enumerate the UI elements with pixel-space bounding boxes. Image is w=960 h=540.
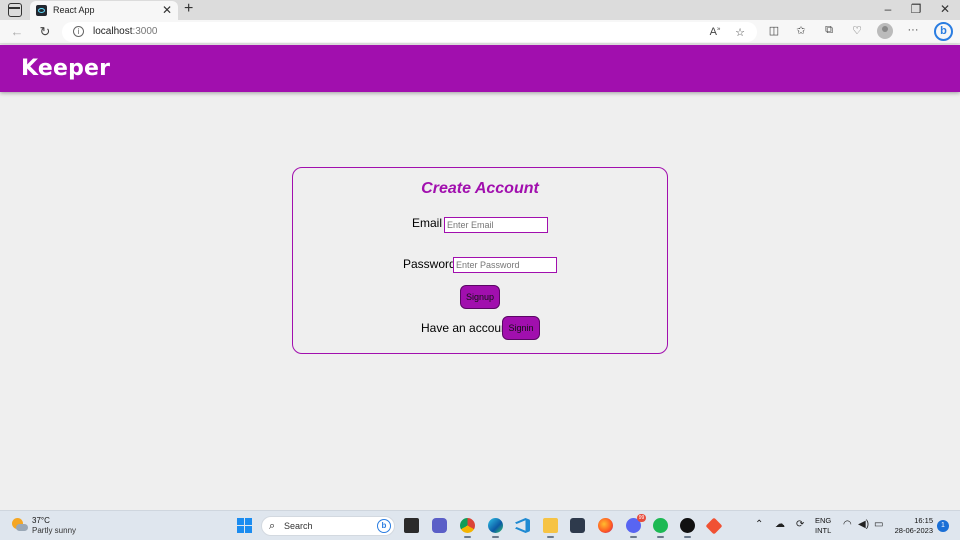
battery-icon[interactable]: ▭ bbox=[874, 519, 883, 530]
profile-icon[interactable] bbox=[877, 23, 893, 39]
app-title: Keeper bbox=[21, 56, 111, 81]
vscode-icon[interactable] bbox=[515, 518, 530, 533]
password-label: Password bbox=[403, 257, 456, 271]
back-arrow-icon[interactable]: ← bbox=[9, 24, 25, 39]
weather-temperature[interactable]: 37°C bbox=[32, 516, 50, 525]
info-icon[interactable]: i bbox=[73, 26, 84, 37]
signup-button[interactable]: Signup bbox=[460, 285, 500, 309]
search-label: Search bbox=[284, 521, 313, 531]
browser-essentials-icon[interactable]: ♡ bbox=[849, 24, 865, 37]
browser-tab-strip: React App ✕ + – ❐ ✕ bbox=[0, 0, 960, 20]
weather-icon[interactable] bbox=[12, 518, 28, 534]
refresh-icon[interactable]: ↻ bbox=[37, 24, 53, 40]
wifi-icon[interactable]: ◠ bbox=[843, 519, 852, 530]
form-heading: Create Account bbox=[421, 180, 539, 197]
tab-title: React App bbox=[53, 5, 95, 15]
restore-icon[interactable]: ❐ bbox=[906, 2, 926, 16]
minimize-icon[interactable]: – bbox=[878, 2, 898, 16]
firefox-icon[interactable] bbox=[598, 518, 613, 533]
edge-icon[interactable] bbox=[488, 518, 503, 538]
spotify-icon[interactable] bbox=[653, 518, 668, 538]
read-aloud-icon[interactable]: A» bbox=[707, 26, 723, 38]
git-icon[interactable] bbox=[705, 517, 723, 535]
collections-icon[interactable]: ⧉ bbox=[821, 24, 837, 37]
signin-button[interactable]: Signin bbox=[502, 316, 540, 340]
clock[interactable]: 16:15 28-06-2023 bbox=[893, 516, 933, 536]
windows-start-icon[interactable] bbox=[237, 518, 252, 533]
favorites-icon[interactable]: ✩ bbox=[793, 24, 809, 37]
taskbar-search[interactable]: ⌕ Search b bbox=[261, 516, 395, 536]
react-favicon-icon bbox=[36, 5, 47, 16]
bing-icon: b bbox=[377, 519, 391, 533]
notification-badge[interactable]: 1 bbox=[937, 520, 949, 532]
language-indicator[interactable]: ENG INTL bbox=[815, 516, 831, 536]
tab-actions-icon[interactable] bbox=[8, 3, 22, 17]
browser-toolbar: ← ↻ i localhost:3000 A» ☆ ◫ ✩ ⧉ ♡ ··· b bbox=[0, 20, 960, 44]
taskbar: 37°C Partly sunny ⌕ Search b 99 ⌃ ☁ ⟳ EN… bbox=[0, 510, 960, 540]
email-label: Email bbox=[412, 216, 443, 230]
more-icon[interactable]: ··· bbox=[905, 24, 921, 36]
address-bar[interactable]: i localhost:3000 A» ☆ bbox=[62, 22, 757, 42]
discord-badge: 99 bbox=[637, 514, 646, 522]
close-icon[interactable]: ✕ bbox=[162, 3, 172, 17]
url-text[interactable]: localhost:3000 bbox=[93, 26, 158, 37]
file-explorer-icon[interactable] bbox=[404, 518, 419, 533]
store-icon[interactable] bbox=[570, 518, 585, 533]
plus-icon[interactable]: + bbox=[184, 0, 193, 18]
password-field[interactable] bbox=[453, 257, 557, 273]
discord-icon[interactable]: 99 bbox=[626, 514, 646, 538]
media-player-icon[interactable] bbox=[680, 518, 695, 538]
chevron-up-icon[interactable]: ⌃ bbox=[755, 519, 763, 530]
sync-icon[interactable]: ⟳ bbox=[796, 519, 804, 530]
create-account-form: Create Account Email Password Signup Hav… bbox=[292, 167, 668, 354]
teams-icon[interactable] bbox=[432, 518, 447, 533]
browser-tab[interactable]: React App ✕ bbox=[30, 1, 178, 20]
close-icon[interactable]: ✕ bbox=[935, 2, 955, 16]
email-field[interactable] bbox=[444, 217, 548, 233]
folder-icon[interactable] bbox=[543, 518, 558, 538]
onedrive-icon[interactable]: ☁ bbox=[775, 519, 785, 530]
star-icon[interactable]: ☆ bbox=[732, 26, 748, 39]
split-screen-icon[interactable]: ◫ bbox=[766, 24, 782, 37]
chrome-icon[interactable] bbox=[460, 518, 475, 538]
app-header: Keeper bbox=[0, 45, 960, 92]
bing-icon[interactable]: b bbox=[934, 22, 953, 41]
weather-condition[interactable]: Partly sunny bbox=[32, 526, 76, 535]
search-icon: ⌕ bbox=[269, 520, 276, 532]
volume-icon[interactable]: ◀) bbox=[858, 519, 869, 530]
